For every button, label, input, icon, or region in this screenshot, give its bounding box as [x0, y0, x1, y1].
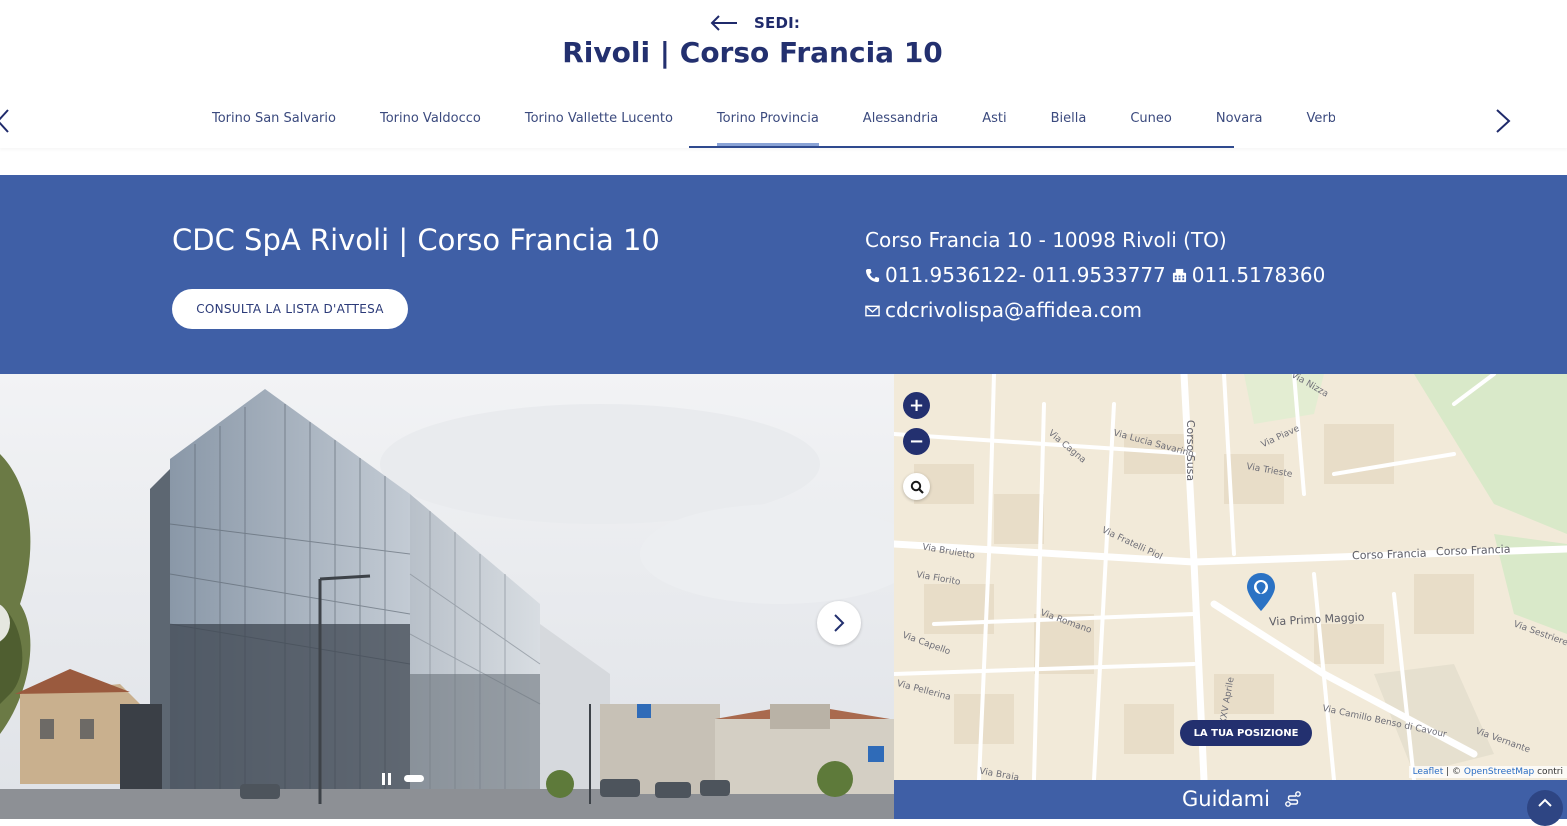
- map-attribution: Leaflet | © OpenStreetMap contri: [1408, 766, 1567, 778]
- route-icon: [1285, 791, 1301, 807]
- map-label-corso-francia-1: Corso Francia: [1351, 546, 1427, 563]
- tab-novara[interactable]: Novara: [1194, 96, 1285, 148]
- attribution-separator: | ©: [1443, 767, 1464, 777]
- tab-torino-vallette-lucento[interactable]: Torino Vallette Lucento: [503, 96, 695, 148]
- page-header: SEDI: Rivoli | Corso Francia 10: [0, 0, 1567, 96]
- building-photo: [0, 374, 894, 819]
- tab-torino-san-salvario[interactable]: Torino San Salvario: [190, 96, 358, 148]
- guidami-label[interactable]: Guidami: [1182, 787, 1270, 811]
- tabs-scroller: Torino San Salvario Torino Valdocco Tori…: [190, 96, 1335, 148]
- directions-bar: Guidami: [894, 780, 1567, 826]
- fax-icon: [1172, 268, 1186, 283]
- phone-numbers[interactable]: 011.9536122- 011.9533777: [885, 258, 1166, 293]
- tab-torino-valdocco[interactable]: Torino Valdocco: [358, 96, 503, 148]
- map-pin-icon[interactable]: [1246, 572, 1276, 612]
- zoom-in-button[interactable]: +: [903, 392, 930, 419]
- carousel-next-button[interactable]: [817, 601, 861, 645]
- tab-verbania[interactable]: Verbania: [1285, 96, 1336, 148]
- location-map[interactable]: Corso Francia Corso Francia Via Primo Ma…: [894, 374, 1567, 780]
- location-name: CDC SpA Rivoli | Corso Francia 10: [172, 223, 660, 257]
- tabs-nav: Torino San Salvario Torino Valdocco Tori…: [0, 96, 1567, 148]
- chevron-right-icon[interactable]: [1494, 108, 1512, 134]
- map-search-button[interactable]: [903, 473, 930, 500]
- email-line: cdcrivolispa@affidea.com: [865, 293, 1325, 328]
- osm-link[interactable]: OpenStreetMap: [1464, 767, 1534, 777]
- tab-biella[interactable]: Biella: [1029, 96, 1109, 148]
- waitlist-button[interactable]: CONSULTA LA LISTA D'ATTESA: [172, 289, 408, 329]
- phone-line: 011.9536122- 011.9533777 011.5178360: [865, 258, 1325, 293]
- photo-carousel: [0, 374, 894, 819]
- chevron-up-icon: [1538, 798, 1552, 807]
- tabs-underline: [689, 146, 1234, 148]
- attribution-tail: contri: [1534, 767, 1563, 777]
- page-title: Rivoli | Corso Francia 10: [562, 36, 943, 69]
- leaflet-link[interactable]: Leaflet: [1413, 767, 1444, 777]
- location-tabs: Torino San Salvario Torino Valdocco Tori…: [0, 96, 1567, 148]
- address-line: Corso Francia 10 - 10098 Rivoli (TO): [865, 223, 1325, 258]
- address-text: Corso Francia 10 - 10098 Rivoli (TO): [865, 228, 1227, 252]
- back-link[interactable]: SEDI:: [710, 14, 800, 32]
- email-link[interactable]: cdcrivolispa@affidea.com: [885, 293, 1142, 328]
- tab-asti[interactable]: Asti: [960, 96, 1028, 148]
- chevron-left-icon[interactable]: [0, 108, 10, 134]
- sedi-label[interactable]: SEDI:: [754, 14, 800, 32]
- tab-torino-provincia[interactable]: Torino Provincia: [695, 96, 841, 148]
- carousel-dot-active[interactable]: [404, 775, 424, 782]
- fax-number[interactable]: 011.5178360: [1192, 258, 1326, 293]
- chevron-right-icon: [834, 614, 845, 632]
- tab-alessandria[interactable]: Alessandria: [841, 96, 960, 148]
- envelope-icon: [865, 305, 880, 316]
- tabs-list: Torino San Salvario Torino Valdocco Tori…: [190, 96, 1335, 148]
- contact-info: Corso Francia 10 - 10098 Rivoli (TO) 011…: [865, 223, 1325, 328]
- tab-cuneo[interactable]: Cuneo: [1108, 96, 1194, 148]
- map-label-corso-francia-2: Corso Francia: [1435, 542, 1511, 559]
- zoom-out-button[interactable]: −: [903, 428, 930, 455]
- guidami-button[interactable]: Guidami: [1182, 787, 1302, 811]
- pause-icon[interactable]: [381, 772, 393, 786]
- arrow-left-icon[interactable]: [710, 14, 738, 32]
- your-position-button[interactable]: LA TUA POSIZIONE: [1180, 720, 1312, 746]
- scroll-to-top-button[interactable]: [1527, 790, 1563, 826]
- search-icon: [910, 480, 924, 494]
- phone-icon: [865, 268, 880, 283]
- location-info-band: CDC SpA Rivoli | Corso Francia 10 CONSUL…: [0, 175, 1567, 374]
